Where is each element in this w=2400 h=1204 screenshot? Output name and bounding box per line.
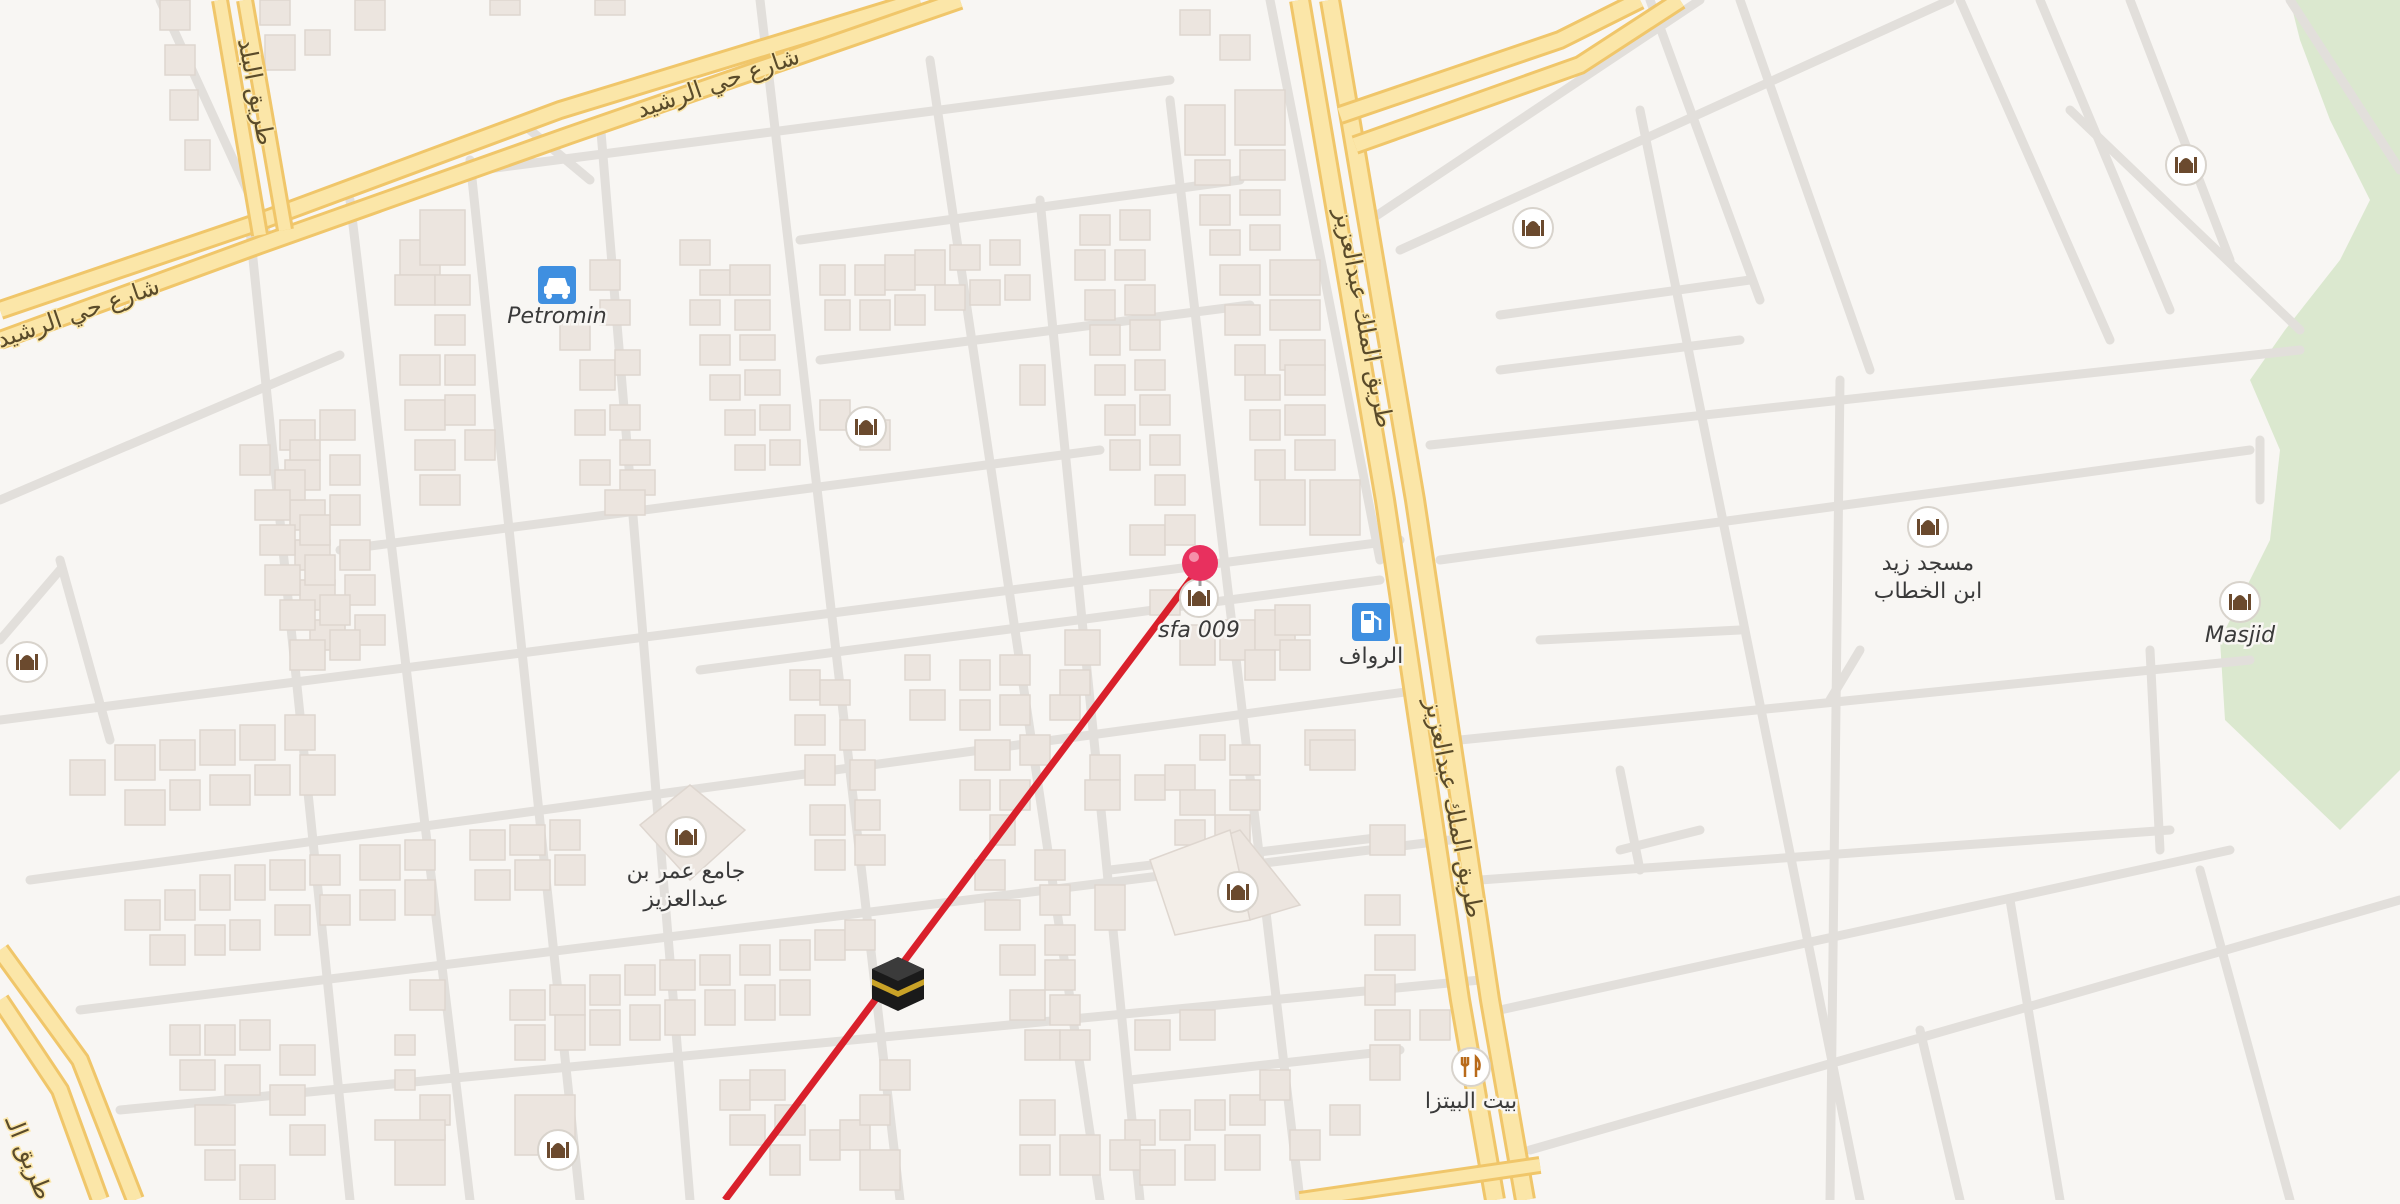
mosque-icon[interactable]	[6, 641, 48, 683]
poi-label: Petromin	[507, 304, 606, 329]
mosque-icon[interactable]	[1217, 871, 1259, 913]
poi-label: ابن الخطاب	[1874, 579, 1982, 604]
poi-label: بيت البيتزا	[1425, 1089, 1517, 1114]
pin-label: sfa 009	[1158, 618, 1240, 643]
poi-label: Masjid	[2205, 623, 2276, 648]
mosque-icon	[665, 816, 707, 858]
poi-label: الرواف	[1339, 644, 1404, 669]
map-view[interactable]: شارع حي الرشيد شارع حي الرشيد طريق البلد…	[0, 0, 2400, 1204]
mosque-icon[interactable]	[845, 406, 887, 448]
mosque-icon[interactable]	[1512, 207, 1554, 249]
car-icon	[538, 266, 576, 304]
fork-knife-icon	[1451, 1047, 1491, 1087]
poi-label: عبدالعزيز	[642, 887, 728, 912]
location-pin-icon	[1182, 545, 1218, 581]
mosque-icon[interactable]	[537, 1129, 579, 1171]
mosque-icon	[1907, 506, 1949, 548]
poi-label: مسجد زيد	[1882, 551, 1974, 576]
mosque-icon	[2219, 581, 2261, 623]
fuel-pump-icon	[1352, 603, 1390, 641]
poi-label: جامع عمر بن	[627, 859, 746, 884]
mosque-icon[interactable]	[2165, 144, 2207, 186]
